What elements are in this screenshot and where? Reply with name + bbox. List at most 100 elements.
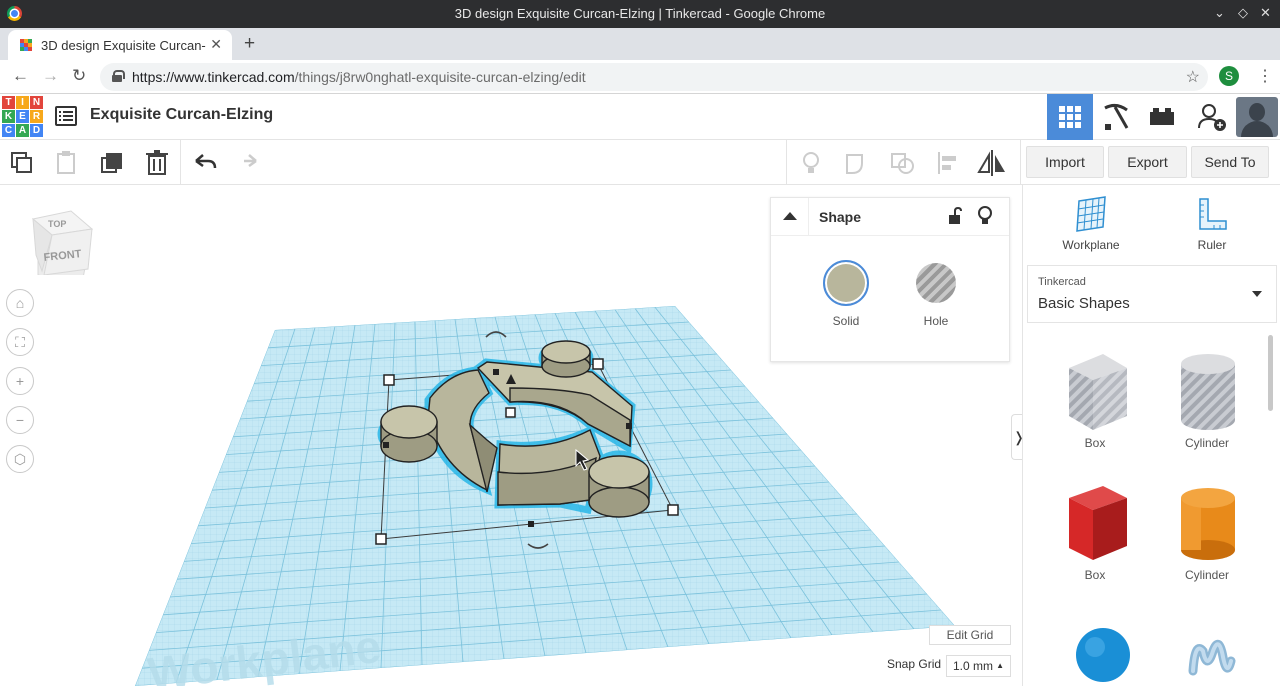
workplane-tool[interactable]: Workplane: [1051, 195, 1131, 252]
viewcube-top-label: TOP: [48, 219, 66, 229]
ruler-tool[interactable]: Ruler: [1172, 195, 1252, 252]
edit-grid-button[interactable]: Edit Grid: [929, 625, 1011, 645]
blocks-view-button[interactable]: [1093, 94, 1139, 140]
corner-handle[interactable]: [383, 374, 395, 386]
unlock-icon[interactable]: [947, 206, 963, 226]
collapse-inspector-button[interactable]: [771, 198, 809, 236]
grid-icon: [1059, 106, 1081, 128]
perspective-button[interactable]: ⬡: [6, 445, 34, 473]
bricks-view-button[interactable]: [1139, 94, 1185, 140]
send-to-button[interactable]: Send To: [1191, 146, 1269, 178]
light-button[interactable]: [794, 147, 828, 179]
tab-strip: 3D design Exquisite Curcan-El ✕: [0, 28, 1280, 60]
home-view-button[interactable]: ⌂: [6, 289, 34, 317]
hole-cylinder-icon: [1181, 354, 1235, 430]
group-icon: [846, 154, 863, 174]
back-icon[interactable]: ←: [12, 66, 29, 86]
tinkercad-logo[interactable]: TIN KER CAD: [2, 96, 43, 137]
profile-avatar[interactable]: S: [1219, 66, 1239, 86]
fit-view-button[interactable]: ⛶: [6, 328, 34, 356]
shape-hole-box[interactable]: Box: [1045, 350, 1145, 450]
import-button[interactable]: Import: [1026, 146, 1104, 178]
view-cube[interactable]: TOP FRONT: [30, 207, 94, 275]
undo-button[interactable]: [188, 147, 222, 179]
tab-title: 3D design Exquisite Curcan-El: [41, 38, 206, 53]
delete-button[interactable]: [140, 147, 174, 179]
close-window-icon[interactable]: ✕: [1260, 5, 1271, 21]
browser-toolbar: ← → ↻ https://www.tinkercad.com/things/j…: [0, 60, 1280, 94]
zoom-out-button[interactable]: −: [6, 406, 34, 434]
zoom-in-button[interactable]: +: [6, 367, 34, 395]
group-button[interactable]: [840, 147, 874, 179]
corner-handle[interactable]: [667, 504, 679, 516]
hole-option[interactable]: Hole: [901, 250, 971, 328]
snap-grid-select[interactable]: 1.0 mm ▲: [946, 655, 1011, 677]
sidebar-scrollbar[interactable]: [1268, 335, 1273, 411]
corner-handle[interactable]: [375, 533, 387, 545]
minimize-icon[interactable]: ⌄: [1214, 5, 1225, 21]
lightbulb-icon: [803, 152, 819, 173]
browser-tab[interactable]: 3D design Exquisite Curcan-El ✕: [8, 30, 232, 60]
library-name: Basic Shapes: [1038, 295, 1130, 312]
maximize-icon[interactable]: ◇: [1238, 5, 1248, 21]
ungroup-button[interactable]: [886, 147, 920, 179]
scribble-icon: [1188, 639, 1236, 676]
visibility-bulb-icon[interactable]: [977, 205, 993, 227]
shape-scribble[interactable]: [1157, 621, 1257, 686]
user-avatar[interactable]: [1236, 97, 1278, 137]
hole-swatch[interactable]: [916, 263, 956, 303]
shape-library-select[interactable]: Tinkercad Basic Shapes: [1027, 265, 1277, 323]
paste-button[interactable]: [50, 147, 84, 179]
export-button[interactable]: Export: [1108, 146, 1187, 178]
center-handle[interactable]: [505, 407, 516, 418]
forward-icon[interactable]: →: [42, 66, 59, 86]
redo-button[interactable]: [230, 147, 264, 179]
copy-button[interactable]: [6, 147, 40, 179]
paste-icon: [57, 151, 75, 174]
corner-handle[interactable]: [592, 358, 604, 370]
solid-option[interactable]: Solid: [811, 250, 881, 328]
bookmark-star-icon[interactable]: ☆: [1186, 67, 1200, 87]
ruler-tool-label: Ruler: [1197, 238, 1227, 252]
red-box-icon: [1069, 486, 1127, 560]
shape-label: Box: [1084, 568, 1106, 582]
browser-menu-icon[interactable]: ⋮: [1257, 66, 1273, 86]
shape-orange-cylinder[interactable]: Cylinder: [1157, 482, 1257, 582]
align-button[interactable]: [932, 147, 966, 179]
shape-hole-cylinder[interactable]: Cylinder: [1157, 350, 1257, 450]
app-header: TIN KER CAD Exquisite Curcan-Elzing: [0, 94, 1280, 140]
shape-sphere[interactable]: [1045, 621, 1145, 686]
edge-handle[interactable]: [493, 369, 499, 375]
window-title: 3D design Exquisite Curcan-Elzing | Tink…: [454, 6, 826, 21]
design-list-icon[interactable]: [55, 106, 77, 126]
orange-cylinder-icon: [1181, 488, 1235, 560]
ungroup-icon: [891, 153, 914, 174]
reload-icon[interactable]: ↻: [72, 66, 86, 86]
address-bar[interactable]: https://www.tinkercad.com/things/j8rw0ng…: [100, 63, 1208, 91]
trash-icon: [146, 150, 168, 175]
project-title[interactable]: Exquisite Curcan-Elzing: [90, 106, 273, 124]
lock-icon: [112, 70, 125, 82]
shapes-sidebar: Workplane Ruler Tinkercad Basic Shapes B…: [1022, 185, 1280, 686]
solid-color-swatch[interactable]: [823, 260, 869, 306]
new-tab-icon[interactable]: +: [244, 33, 255, 55]
pickaxe-icon: [1104, 103, 1129, 130]
edge-handle[interactable]: [383, 442, 389, 448]
close-tab-icon[interactable]: ✕: [210, 36, 222, 53]
brick-icon: [1150, 108, 1174, 125]
3d-view-button[interactable]: [1047, 94, 1093, 140]
mirror-icon: [977, 150, 1005, 176]
edge-handle[interactable]: [626, 423, 632, 429]
inspector-header: Shape: [771, 198, 1009, 236]
url-path: /things/j8rw0nghatl-exquisite-curcan-elz…: [294, 69, 586, 85]
caret-up-icon: ▲: [996, 661, 1004, 670]
undo-icon: [195, 154, 217, 169]
home-icon: ⌂: [15, 295, 25, 311]
shape-red-box[interactable]: Box: [1045, 482, 1145, 582]
mirror-button[interactable]: [975, 147, 1009, 179]
duplicate-button[interactable]: [96, 147, 130, 179]
edge-handle[interactable]: [528, 521, 534, 527]
align-icon: [938, 152, 956, 174]
invite-user-button[interactable]: [1189, 94, 1235, 140]
shape-label: Box: [1084, 436, 1106, 450]
